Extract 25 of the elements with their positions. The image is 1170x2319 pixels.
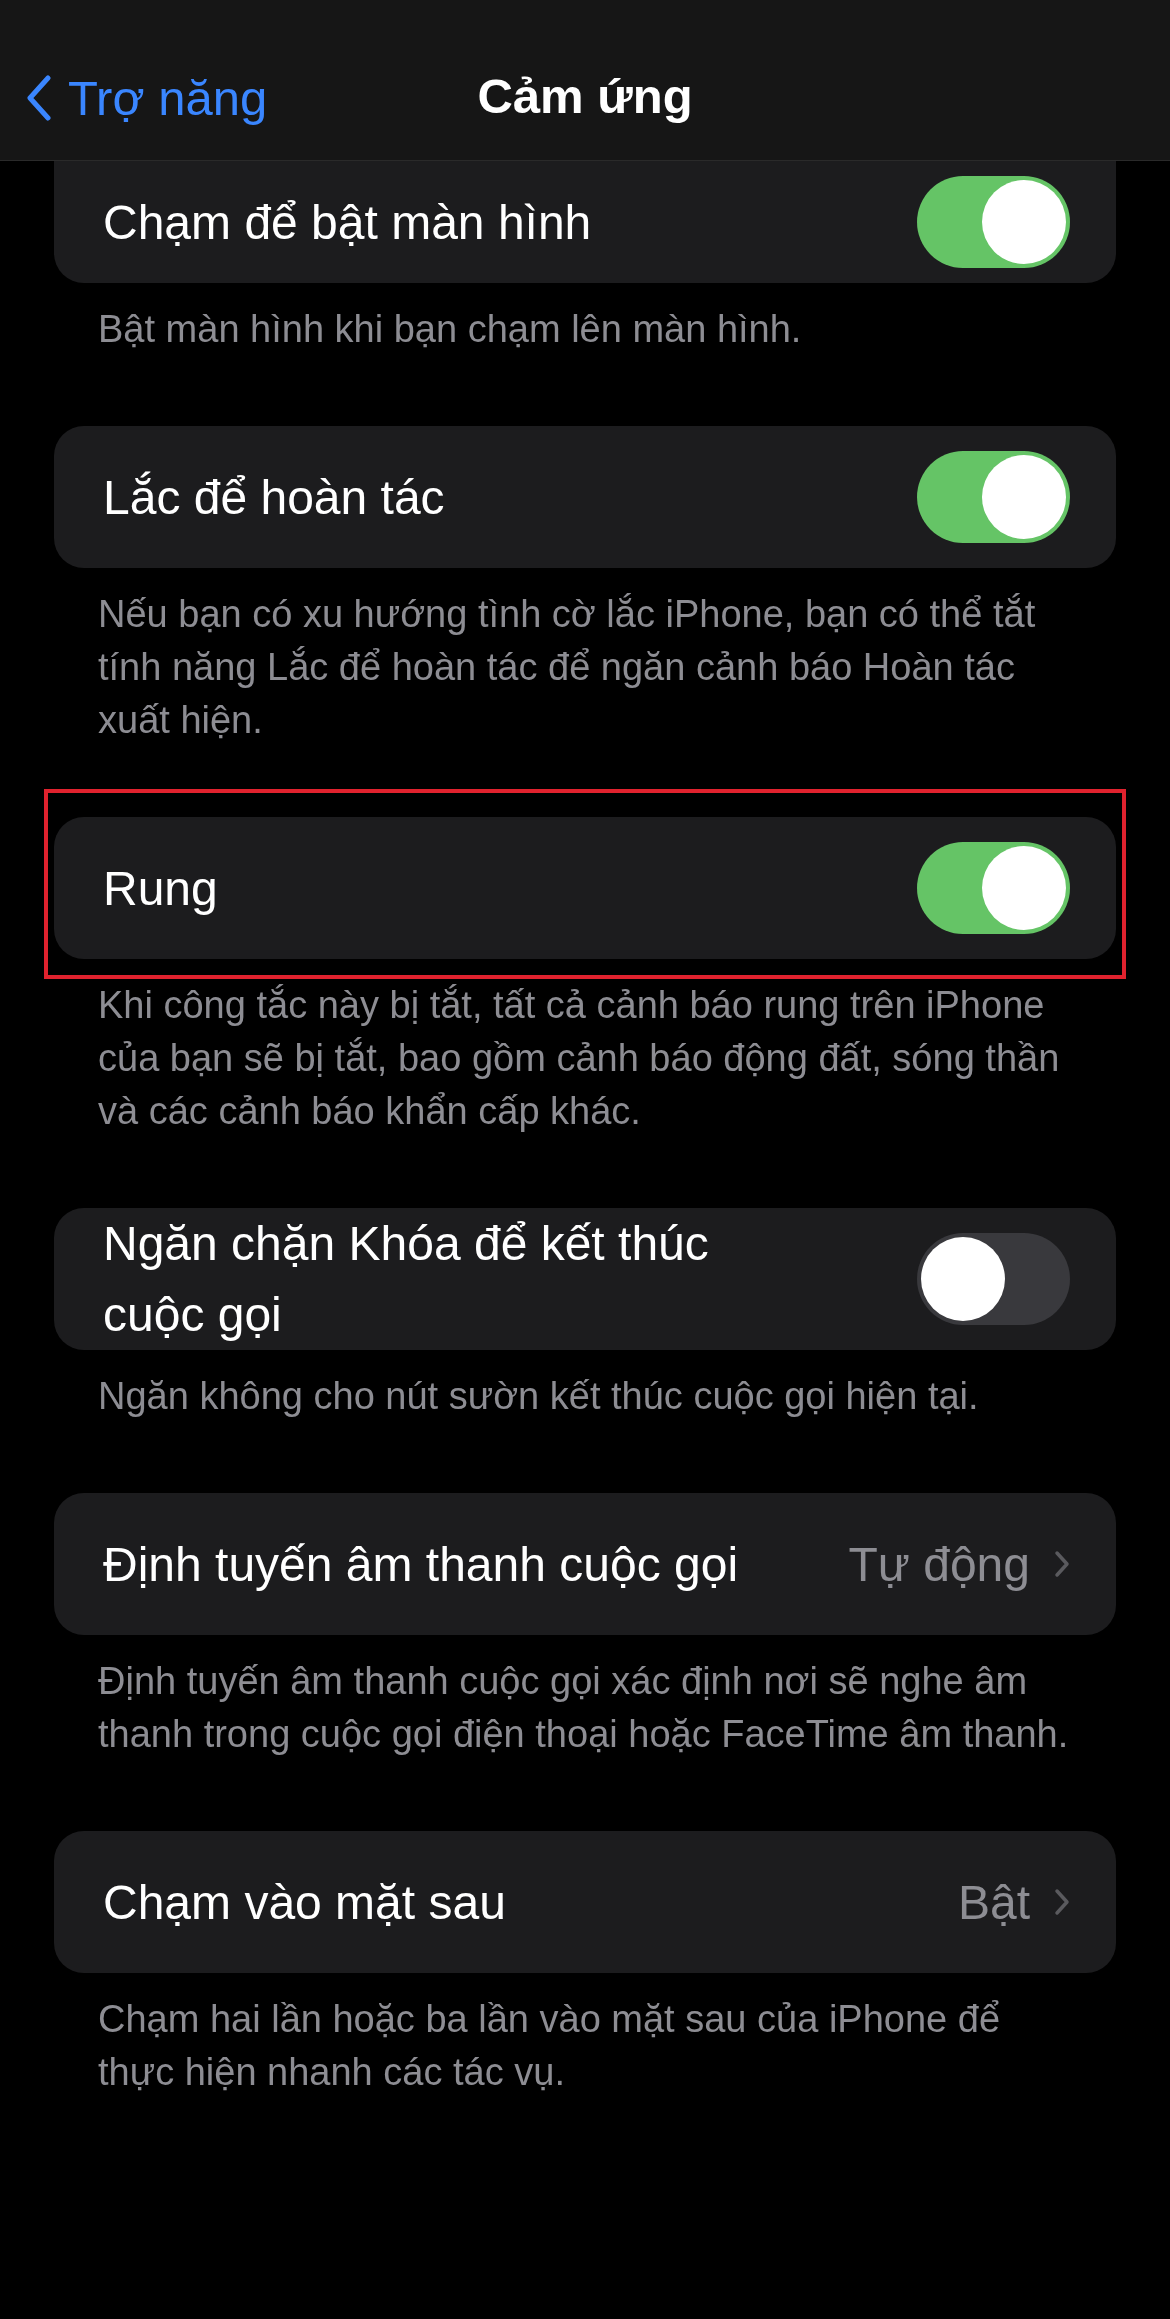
footer-text: Ngăn không cho nút sườn kết thúc cuộc gọi hiện tại.: [97, 1374, 980, 1419]
settings-row[interactable]: Rung: [54, 817, 1116, 959]
footer-text: Định tuyến âm thanh cuộc gọi xác định nơi sẽ nghe âm thanh trong cuộc gọi điện thoại hoặc FaceTime âm thanh.: [97, 1659, 1070, 1757]
settings-row[interactable]: Chạm để bật màn hình: [54, 161, 1116, 283]
back-button[interactable]: Trợ năng: [26, 70, 268, 126]
settings-row[interactable]: Chạm vào mặt sau Bật: [54, 1831, 1116, 1973]
row-label: Rung: [103, 860, 219, 917]
row-value: Bật: [957, 1874, 1030, 1930]
chevron-icon: [1054, 1888, 1070, 1916]
row-value: Tự động: [848, 1536, 1030, 1592]
screen-title: Cảm ứng: [477, 68, 693, 124]
row-label: Chạm vào mặt sau: [103, 1874, 507, 1931]
row-label: Lắc để hoàn tác: [103, 469, 446, 526]
footer-text: Nếu bạn có xu hướng tình cờ lắc iPhone, bạn có thể tắt tính năng Lắc để hoàn tác để ngăn cảnh báo Hoàn tác xuất hiện.: [97, 592, 1037, 743]
row-label: Chạm để bật màn hình: [103, 194, 593, 251]
footer-text: Bật màn hình khi bạn chạm lên màn hình.: [97, 307, 803, 352]
back-chevron-icon: [26, 75, 52, 121]
settings-row[interactable]: Ngăn chặn Khóa để kết thúc cuộc gọi: [54, 1208, 1116, 1350]
footer-text: Chạm hai lần hoặc ba lần vào mặt sau của iPhone để thực hiện nhanh các tác vụ.: [97, 1997, 1002, 2095]
row-label: Ngăn chặn Khóa để kết thúc cuộc gọi: [103, 1216, 710, 1343]
settings-row[interactable]: Lắc để hoàn tác: [54, 426, 1116, 568]
chevron-icon: [1054, 1550, 1070, 1578]
footer-text: Khi công tắc này bị tắt, tất cả cảnh báo rung trên iPhone của bạn sẽ bị tắt, bao gồm cảnh báo động đất, sóng thần và các cảnh báo khẩn cấp khác.: [97, 983, 1061, 1134]
row-label: Định tuyến âm thanh cuộc gọi: [103, 1536, 740, 1593]
settings-row[interactable]: Định tuyến âm thanh cuộc gọi Tự động: [54, 1493, 1116, 1635]
